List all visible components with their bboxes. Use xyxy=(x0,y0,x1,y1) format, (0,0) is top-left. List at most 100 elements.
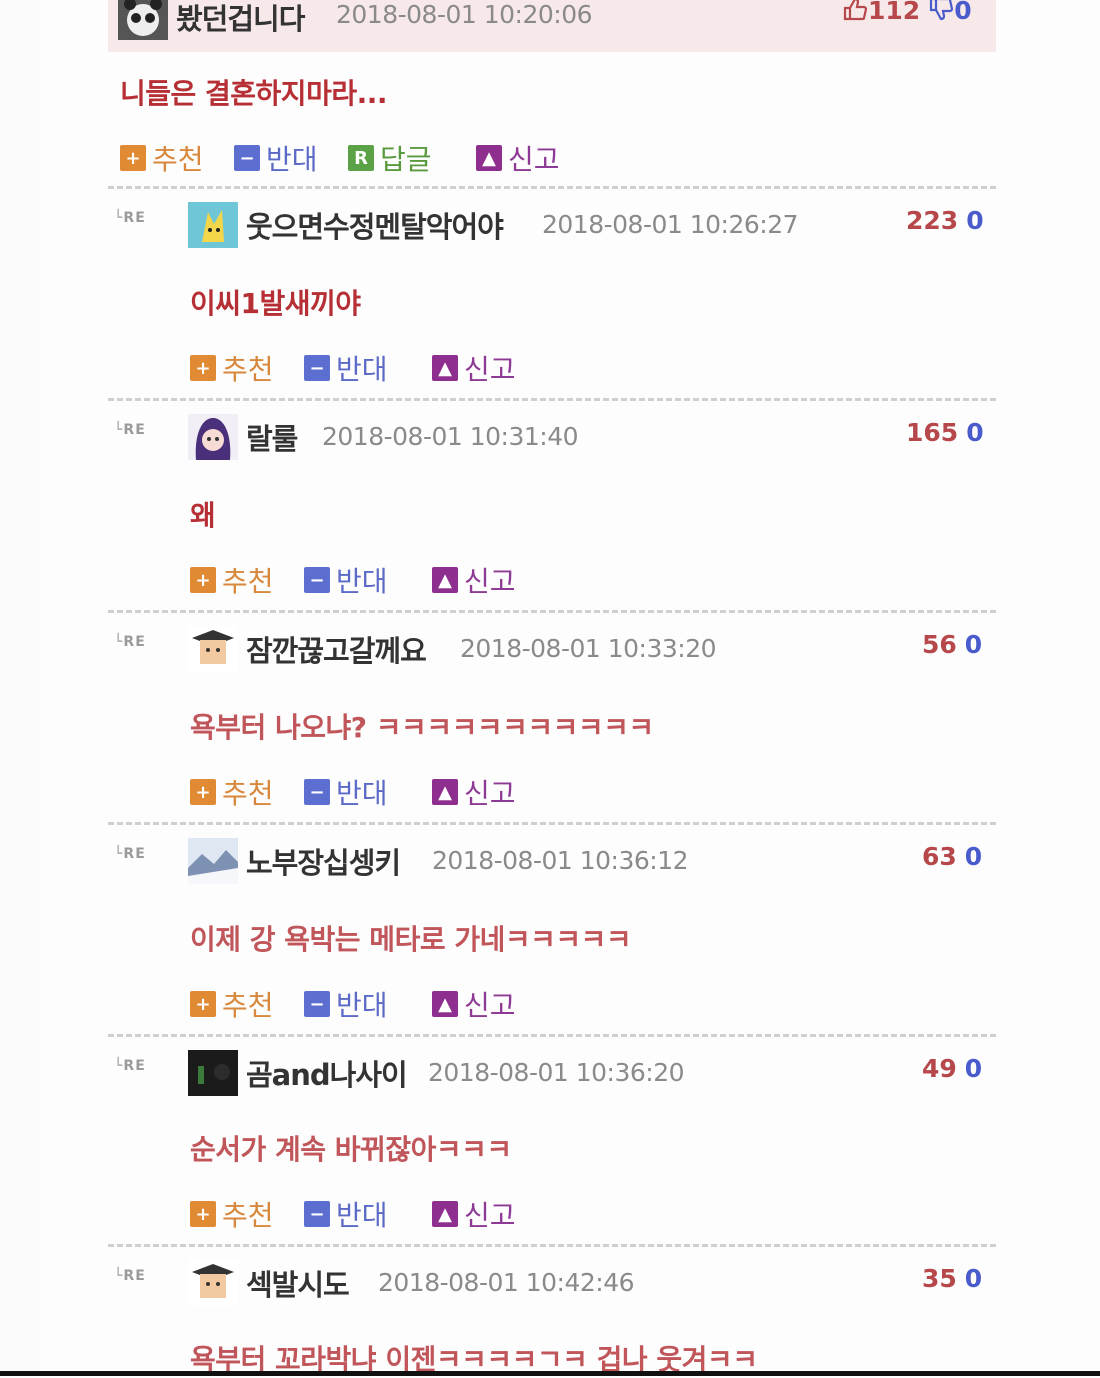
recommend-button[interactable]: + 추천 xyxy=(120,138,204,178)
divider xyxy=(108,1034,996,1037)
recommend-button[interactable]: + 추천 xyxy=(190,560,274,600)
oppose-button[interactable]: − 반대 xyxy=(304,348,388,388)
reply-marker-icon: └RE xyxy=(114,1058,146,1074)
recommend-label: 추천 xyxy=(222,777,274,810)
reply-timestamp: 2018-08-01 10:26:27 xyxy=(542,210,799,239)
minus-icon: − xyxy=(304,567,330,593)
oppose-button[interactable]: − 반대 xyxy=(304,772,388,812)
reply-nickname[interactable]: 웃으면수정멘탈악어야 xyxy=(246,204,504,246)
report-button[interactable]: ▲ 신고 xyxy=(476,138,560,178)
upvote-count: 63 xyxy=(922,842,957,871)
thumb-up-icon[interactable] xyxy=(842,0,868,28)
top-comment-timestamp: 2018-08-01 10:20:06 xyxy=(336,0,593,29)
recommend-label: 추천 xyxy=(222,353,274,386)
plus-icon: + xyxy=(190,1201,216,1227)
reply-votes: 63 0 xyxy=(922,842,982,871)
report-label: 신고 xyxy=(464,353,516,386)
reply-text: 이제 강 욕박는 메타로 가네ㅋㅋㅋㅋㅋ xyxy=(190,923,632,956)
minus-icon: − xyxy=(304,779,330,805)
downvote-count: 0 xyxy=(966,206,984,235)
oppose-button[interactable]: − 반대 xyxy=(234,138,318,178)
reply-text: 왜 xyxy=(190,499,216,532)
reply-marker-icon: └RE xyxy=(114,422,146,438)
oppose-button[interactable]: − 반대 xyxy=(304,984,388,1024)
reply-votes: 56 0 xyxy=(922,630,982,659)
upvote-count: 112 xyxy=(868,0,921,25)
plus-icon: + xyxy=(120,145,146,171)
upvote-count: 49 xyxy=(922,1054,957,1083)
oppose-label: 반대 xyxy=(336,565,388,598)
reply-label: 답글 xyxy=(380,143,432,176)
reply-nickname[interactable]: 곰and나사이 xyxy=(246,1052,408,1094)
minus-icon: − xyxy=(234,145,260,171)
oppose-button[interactable]: − 반대 xyxy=(304,1194,388,1234)
upvote-count: 56 xyxy=(922,630,957,659)
siren-icon: ▲ xyxy=(432,779,458,805)
recommend-label: 추천 xyxy=(222,989,274,1022)
reply-nickname[interactable]: 노부장십셍키 xyxy=(246,840,401,882)
reply-timestamp: 2018-08-01 10:33:20 xyxy=(460,634,717,663)
page-margin xyxy=(0,0,40,1376)
reply-icon: R xyxy=(348,145,374,171)
minus-icon: − xyxy=(304,355,330,381)
reply-marker-icon: └RE xyxy=(114,1268,146,1284)
reply-nickname[interactable]: 잠깐끊고갈께요 xyxy=(246,628,427,670)
downvote-count: 0 xyxy=(964,630,983,659)
siren-icon: ▲ xyxy=(432,1201,458,1227)
graduate-avatar-icon xyxy=(188,626,238,672)
plus-icon: + xyxy=(190,991,216,1017)
reply-timestamp: 2018-08-01 10:31:40 xyxy=(322,422,579,451)
anime-girl-avatar-icon xyxy=(188,414,238,460)
upvote-count: 165 xyxy=(906,418,959,447)
report-label: 신고 xyxy=(464,1199,516,1232)
report-button[interactable]: ▲ 신고 xyxy=(432,984,516,1024)
plus-icon: + xyxy=(190,567,216,593)
report-label: 신고 xyxy=(464,565,516,598)
minus-icon: − xyxy=(304,1201,330,1227)
divider xyxy=(108,186,996,189)
report-button[interactable]: ▲ 신고 xyxy=(432,348,516,388)
landscape-avatar-icon xyxy=(188,838,238,884)
oppose-button[interactable]: − 반대 xyxy=(304,560,388,600)
divider xyxy=(108,1244,996,1247)
oppose-label: 반대 xyxy=(336,1199,388,1232)
recommend-label: 추천 xyxy=(222,1199,274,1232)
reply-timestamp: 2018-08-01 10:42:46 xyxy=(378,1268,635,1297)
plus-icon: + xyxy=(190,355,216,381)
thumb-down-icon[interactable] xyxy=(928,0,954,28)
graduate-avatar-icon xyxy=(188,1260,238,1306)
reply-text: 이씨1발새끼야 xyxy=(190,287,361,320)
divider xyxy=(108,398,996,401)
oppose-label: 반대 xyxy=(336,989,388,1022)
reply-marker-icon: └RE xyxy=(114,634,146,650)
dark-avatar-icon xyxy=(188,1050,238,1096)
divider xyxy=(108,610,996,613)
panda-avatar-icon xyxy=(118,0,168,40)
reply-nickname[interactable]: 랄룰 xyxy=(246,416,298,458)
reply-nickname[interactable]: 섹발시도 xyxy=(246,1262,350,1304)
report-button[interactable]: ▲ 신고 xyxy=(432,560,516,600)
reply-text: 욕부터 나오냐? ㅋㅋㅋㅋㅋㅋㅋㅋㅋㅋㅋ xyxy=(190,711,654,744)
siren-icon: ▲ xyxy=(432,991,458,1017)
recommend-label: 추천 xyxy=(152,143,204,176)
recommend-button[interactable]: + 추천 xyxy=(190,348,274,388)
downvote-count: 0 xyxy=(966,418,984,447)
recommend-button[interactable]: + 추천 xyxy=(190,772,274,812)
report-button[interactable]: ▲ 신고 xyxy=(432,1194,516,1234)
recommend-button[interactable]: + 추천 xyxy=(190,984,274,1024)
minus-icon: − xyxy=(304,991,330,1017)
recommend-label: 추천 xyxy=(222,565,274,598)
report-label: 신고 xyxy=(464,777,516,810)
oppose-label: 반대 xyxy=(336,353,388,386)
top-comment-nickname[interactable]: 봤던겁니다 xyxy=(176,0,305,38)
reply-marker-icon: └RE xyxy=(114,846,146,862)
reply-votes: 223 0 xyxy=(906,206,984,235)
downvote-count: 0 xyxy=(964,1054,983,1083)
recommend-button[interactable]: + 추천 xyxy=(190,1194,274,1234)
reply-votes: 49 0 xyxy=(922,1054,982,1083)
reply-votes: 35 0 xyxy=(922,1264,982,1293)
siren-icon: ▲ xyxy=(432,355,458,381)
report-button[interactable]: ▲ 신고 xyxy=(432,772,516,812)
reply-button[interactable]: R 답글 xyxy=(348,138,432,178)
divider xyxy=(108,822,996,825)
